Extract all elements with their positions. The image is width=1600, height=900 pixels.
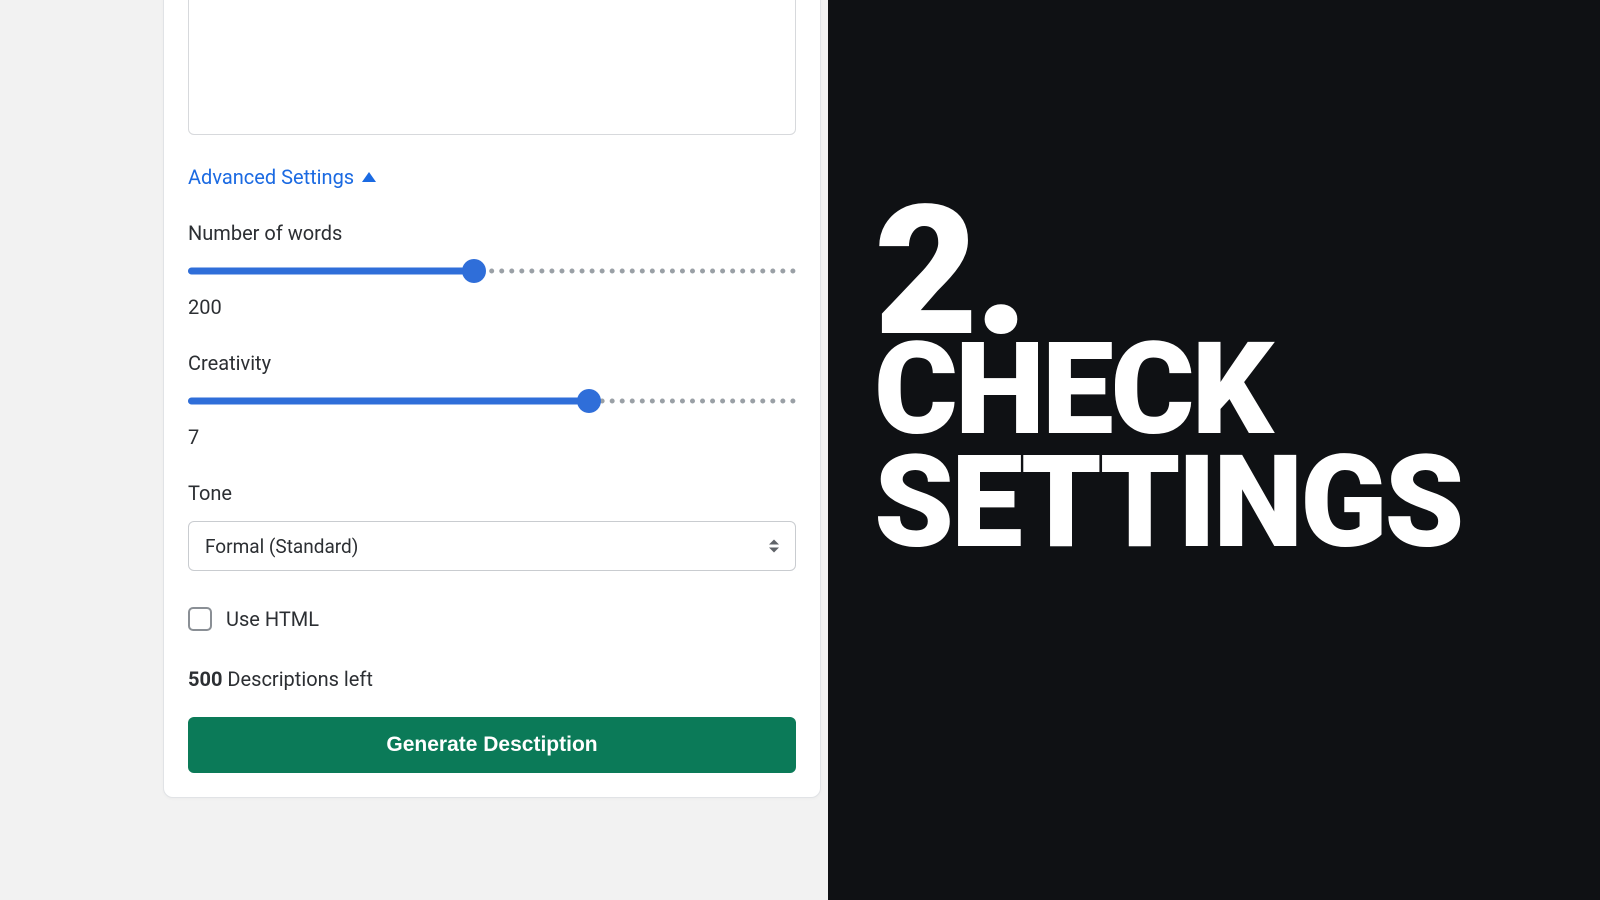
advanced-settings-toggle[interactable]: Advanced Settings bbox=[188, 165, 376, 189]
word-count-field: Number of words 200 bbox=[188, 221, 796, 319]
advanced-settings-label: Advanced Settings bbox=[188, 165, 354, 189]
creativity-value: 7 bbox=[188, 425, 796, 449]
tone-field: Tone Formal (Standard) bbox=[188, 481, 796, 571]
tone-label: Tone bbox=[188, 481, 796, 505]
tone-select[interactable]: Formal (Standard) bbox=[188, 521, 796, 571]
input-textarea[interactable] bbox=[188, 0, 796, 135]
form-panel: Advanced Settings Number of words 200 Cr… bbox=[0, 0, 828, 900]
word-count-value: 200 bbox=[188, 295, 796, 319]
descriptions-left: 500 Descriptions left bbox=[188, 667, 796, 691]
creativity-slider[interactable] bbox=[188, 391, 796, 411]
creativity-label: Creativity bbox=[188, 351, 796, 375]
slider-track-fill bbox=[188, 398, 589, 405]
word-count-slider[interactable] bbox=[188, 261, 796, 281]
generate-button[interactable]: Generate Desctiption bbox=[188, 717, 796, 773]
caret-up-icon bbox=[362, 172, 376, 182]
instruction-panel: 2. CHECK SETTINGS bbox=[828, 0, 1600, 900]
tone-selected-value: Formal (Standard) bbox=[205, 535, 358, 558]
descriptions-left-count: 500 bbox=[188, 667, 222, 691]
use-html-label: Use HTML bbox=[226, 607, 319, 631]
slider-track-fill bbox=[188, 268, 474, 275]
word-count-label: Number of words bbox=[188, 221, 796, 245]
settings-card: Advanced Settings Number of words 200 Cr… bbox=[163, 0, 821, 798]
step-title-line2: SETTINGS bbox=[874, 447, 1461, 560]
step-title: CHECK SETTINGS bbox=[874, 334, 1461, 559]
select-caret-icon bbox=[769, 540, 779, 553]
slider-thumb[interactable] bbox=[462, 259, 486, 283]
use-html-row: Use HTML bbox=[188, 607, 796, 631]
generate-button-label: Generate Desctiption bbox=[386, 733, 597, 757]
use-html-checkbox[interactable] bbox=[188, 607, 212, 631]
slider-thumb[interactable] bbox=[577, 389, 601, 413]
descriptions-left-suffix: Descriptions left bbox=[222, 667, 372, 691]
creativity-field: Creativity 7 bbox=[188, 351, 796, 449]
